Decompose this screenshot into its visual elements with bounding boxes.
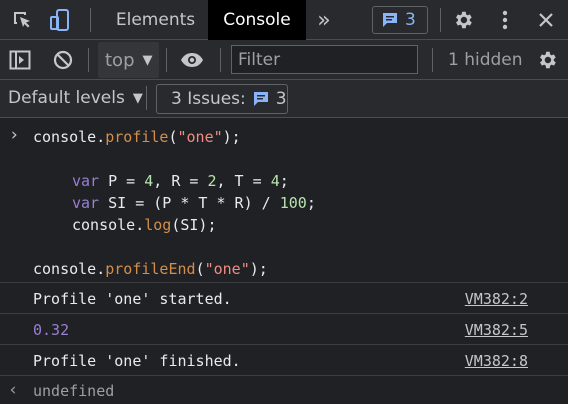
- live-expression-eye-icon[interactable]: [178, 47, 206, 73]
- separator: [220, 48, 221, 72]
- separator: [88, 48, 89, 72]
- inspect-element-icon[interactable]: [8, 6, 36, 34]
- log-levels-label: Default levels: [8, 88, 125, 108]
- issues-counter-button[interactable]: 3: [372, 6, 428, 34]
- device-toolbar-icon[interactable]: [46, 6, 74, 34]
- hidden-messages-count: 1 hidden: [448, 50, 523, 70]
- tab-console[interactable]: Console: [208, 0, 306, 40]
- filter-input[interactable]: [231, 45, 418, 74]
- console-message: 0.32 VM382:5: [0, 313, 568, 344]
- dropdown-arrow-icon: ▼: [142, 52, 153, 68]
- console-message: Profile 'one' started. VM382:2: [0, 282, 568, 313]
- input-prompt-icon: ›: [9, 125, 20, 145]
- separator: [90, 8, 91, 32]
- code-line-3: var SI = (P * T * R) / 100;: [72, 194, 316, 212]
- separator: [432, 48, 433, 72]
- message-text: Profile 'one' finished.: [33, 352, 241, 370]
- code-line-4: console.log(SI);: [72, 216, 217, 234]
- message-icon: [381, 11, 399, 29]
- context-selector[interactable]: top ▼: [98, 42, 159, 78]
- code-line-5: console.profileEnd("one");: [33, 260, 268, 278]
- issues-label: 3 Issues:: [171, 89, 246, 109]
- separator: [166, 48, 167, 72]
- separator: [146, 86, 147, 110]
- source-link[interactable]: VM382:8: [465, 352, 528, 370]
- issues-button[interactable]: 3 Issues: 3: [156, 84, 288, 114]
- devtools-tab-bar: Elements Console » 3: [0, 0, 568, 40]
- issues-count: 3: [275, 89, 287, 109]
- settings-gear-icon[interactable]: [450, 7, 476, 33]
- dropdown-arrow-icon: ▼: [132, 90, 143, 106]
- result-arrow-icon: ‹: [8, 380, 19, 400]
- console-settings-gear-icon[interactable]: [534, 47, 560, 73]
- code-line-2: var P = 4, R = 2, T = 4;: [72, 172, 289, 190]
- console-result: ‹ undefined: [0, 375, 568, 404]
- tab-elements[interactable]: Elements: [103, 0, 208, 40]
- close-icon[interactable]: [533, 7, 559, 33]
- console-message: Profile 'one' finished. VM382:8: [0, 344, 568, 375]
- message-text: Profile 'one' started.: [33, 290, 232, 308]
- log-levels-dropdown[interactable]: Default levels ▼: [8, 88, 143, 108]
- issues-count: 3: [405, 10, 416, 30]
- message-icon: [252, 90, 270, 108]
- result-text: undefined: [33, 382, 115, 400]
- context-label: top: [105, 49, 135, 71]
- sidebar-toggle-icon[interactable]: [7, 47, 33, 73]
- message-number: 0.32: [33, 321, 70, 339]
- source-link[interactable]: VM382:2: [465, 290, 528, 308]
- code-line-1: console.profile("one");: [33, 128, 241, 146]
- more-tabs-button[interactable]: »: [306, 0, 342, 40]
- more-options-icon[interactable]: [492, 7, 518, 33]
- source-link[interactable]: VM382:5: [465, 321, 528, 339]
- clear-console-icon[interactable]: [50, 47, 76, 73]
- separator: [440, 8, 441, 32]
